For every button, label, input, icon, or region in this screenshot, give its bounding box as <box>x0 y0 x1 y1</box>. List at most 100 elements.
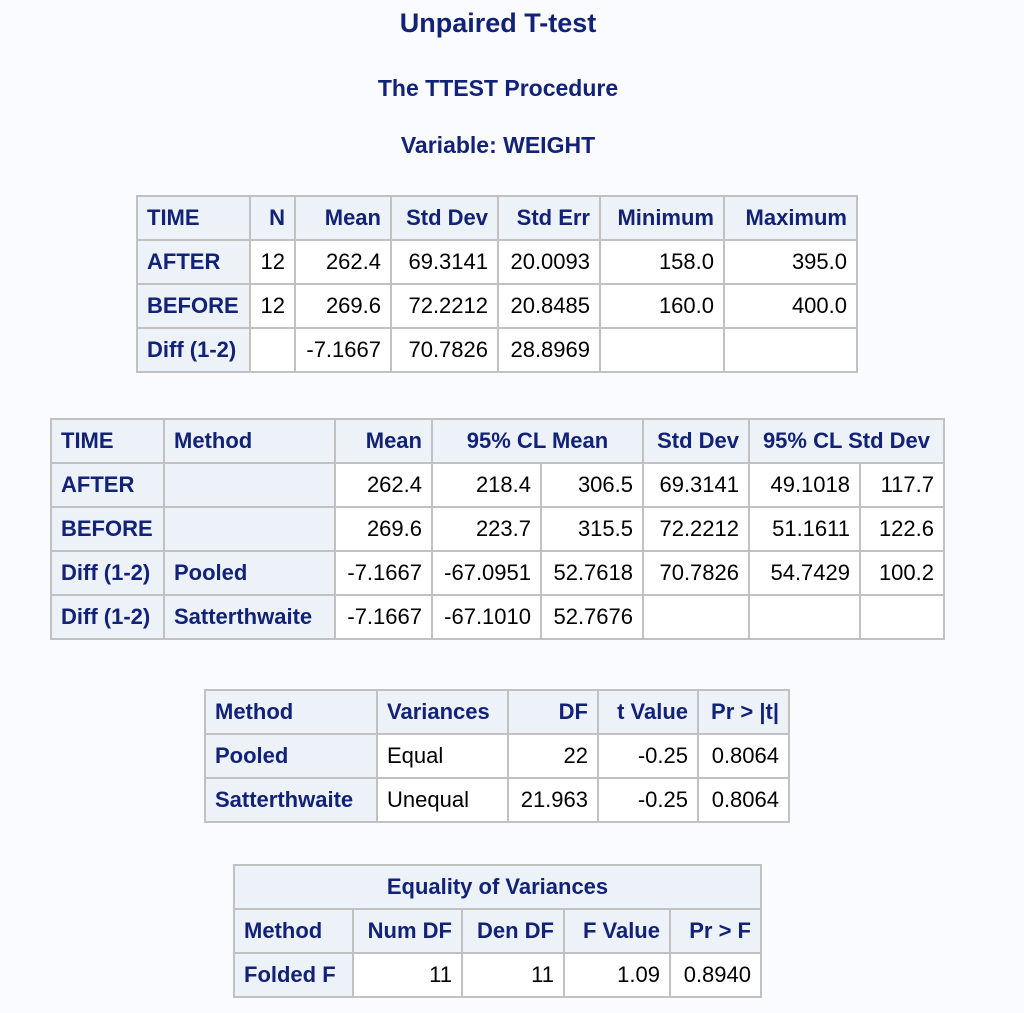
row-header: Diff (1-2) <box>136 327 251 373</box>
cell-mean: -7.1667 <box>294 327 392 373</box>
table-header-row: Method Num DF Den DF F Value Pr > F <box>233 908 762 954</box>
column-header: Variances <box>376 689 509 735</box>
table-row: AFTER 12 262.4 69.3141 20.0093 158.0 395… <box>136 239 858 285</box>
row-header: Folded F <box>233 952 354 998</box>
row-header-method: Satterthwaite <box>163 594 336 640</box>
table-row: Diff (1-2) Pooled -7.1667 -67.0951 52.76… <box>50 550 945 596</box>
cell-df: 21.963 <box>507 777 599 823</box>
cell-cl-sd-upper: 100.2 <box>859 550 945 596</box>
cell-mean: 262.4 <box>294 239 392 285</box>
column-header: Pr > F <box>669 908 762 954</box>
column-header: Minimum <box>599 195 725 241</box>
cell-std-dev: 72.2212 <box>390 283 499 329</box>
column-header: TIME <box>136 195 251 241</box>
column-header: Method <box>233 908 354 954</box>
cell-std-dev: 70.7826 <box>642 550 750 596</box>
table-row: AFTER 262.4 218.4 306.5 69.3141 49.1018 … <box>50 462 945 508</box>
table-row: BEFORE 269.6 223.7 315.5 72.2212 51.1611… <box>50 506 945 552</box>
column-header: F Value <box>563 908 671 954</box>
cell-cl-mean-upper: 52.7676 <box>540 594 644 640</box>
variable-title: Variable: WEIGHT <box>400 132 596 158</box>
cell-minimum: 160.0 <box>599 283 725 329</box>
cell-cl-sd-upper: 117.7 <box>859 462 945 508</box>
cell-std-dev: 69.3141 <box>642 462 750 508</box>
cell-cl-mean-upper: 306.5 <box>540 462 644 508</box>
row-header: BEFORE <box>136 283 251 329</box>
row-header-method <box>163 506 336 552</box>
cell-df: 22 <box>507 733 599 779</box>
row-header: BEFORE <box>50 506 165 552</box>
row-header: AFTER <box>50 462 165 508</box>
cell-cl-sd-lower <box>748 594 861 640</box>
cell-minimum: 158.0 <box>599 239 725 285</box>
cell-mean: 262.4 <box>334 462 433 508</box>
cell-minimum <box>599 327 725 373</box>
cell-std-err: 28.8969 <box>497 327 601 373</box>
cell-cl-mean-lower: 223.7 <box>431 506 542 552</box>
cell-p-value: 0.8940 <box>669 952 762 998</box>
column-header: DF <box>507 689 599 735</box>
cell-maximum: 395.0 <box>723 239 858 285</box>
column-header: Den DF <box>461 908 565 954</box>
cell-maximum <box>723 327 858 373</box>
table-header-row: Method Variances DF t Value Pr > |t| <box>204 689 790 735</box>
cell-f-value: 1.09 <box>563 952 671 998</box>
cell-variances: Unequal <box>376 777 509 823</box>
row-header-method <box>163 462 336 508</box>
table-caption-row: Equality of Variances <box>233 864 762 910</box>
cell-n <box>249 327 296 373</box>
cell-p-value: 0.8064 <box>697 777 790 823</box>
column-header: 95% CL Std Dev <box>748 418 945 464</box>
procedure-title: The TTEST Procedure <box>377 75 619 101</box>
column-header: Std Dev <box>642 418 750 464</box>
column-header: Num DF <box>352 908 463 954</box>
cell-std-dev: 70.7826 <box>390 327 499 373</box>
cell-t-value: -0.25 <box>597 777 699 823</box>
table-row: Satterthwaite Unequal 21.963 -0.25 0.806… <box>204 777 790 823</box>
table-row: BEFORE 12 269.6 72.2212 20.8485 160.0 40… <box>136 283 858 329</box>
cell-cl-sd-lower: 49.1018 <box>748 462 861 508</box>
column-header: Method <box>163 418 336 464</box>
cell-maximum: 400.0 <box>723 283 858 329</box>
page-title: Unpaired T-test <box>399 8 597 38</box>
table-row: Diff (1-2) Satterthwaite -7.1667 -67.101… <box>50 594 945 640</box>
cell-cl-mean-lower: 218.4 <box>431 462 542 508</box>
equality-of-variances-table: Equality of Variances Method Num DF Den … <box>233 864 762 998</box>
row-header: Pooled <box>204 733 378 779</box>
column-header: Method <box>204 689 378 735</box>
column-header: t Value <box>597 689 699 735</box>
table-row: Pooled Equal 22 -0.25 0.8064 <box>204 733 790 779</box>
cell-std-err: 20.0093 <box>497 239 601 285</box>
cell-cl-sd-lower: 51.1611 <box>748 506 861 552</box>
cell-cl-mean-lower: -67.0951 <box>431 550 542 596</box>
cell-n: 12 <box>249 283 296 329</box>
cell-std-dev: 69.3141 <box>390 239 499 285</box>
cell-std-dev <box>642 594 750 640</box>
table-caption: Equality of Variances <box>233 864 762 910</box>
row-header: Satterthwaite <box>204 777 378 823</box>
row-header: AFTER <box>136 239 251 285</box>
table-row: Diff (1-2) -7.1667 70.7826 28.8969 <box>136 327 858 373</box>
column-header: 95% CL Mean <box>431 418 644 464</box>
cell-cl-sd-lower: 54.7429 <box>748 550 861 596</box>
column-header: Std Dev <box>390 195 499 241</box>
cell-mean: 269.6 <box>294 283 392 329</box>
cell-cl-sd-upper <box>859 594 945 640</box>
cell-std-err: 20.8485 <box>497 283 601 329</box>
column-header: Mean <box>334 418 433 464</box>
row-header-method: Pooled <box>163 550 336 596</box>
statistics-table: TIME N Mean Std Dev Std Err Minimum Maxi… <box>136 195 858 373</box>
column-header: Maximum <box>723 195 858 241</box>
table-row: Folded F 11 11 1.09 0.8940 <box>233 952 762 998</box>
row-header: Diff (1-2) <box>50 594 165 640</box>
cell-mean: -7.1667 <box>334 594 433 640</box>
column-header: Mean <box>294 195 392 241</box>
cell-cl-mean-upper: 52.7618 <box>540 550 644 596</box>
cell-p-value: 0.8064 <box>697 733 790 779</box>
column-header: Std Err <box>497 195 601 241</box>
cell-std-dev: 72.2212 <box>642 506 750 552</box>
cell-n: 12 <box>249 239 296 285</box>
ttests-table: Method Variances DF t Value Pr > |t| Poo… <box>204 689 790 823</box>
cell-t-value: -0.25 <box>597 733 699 779</box>
cell-cl-mean-upper: 315.5 <box>540 506 644 552</box>
